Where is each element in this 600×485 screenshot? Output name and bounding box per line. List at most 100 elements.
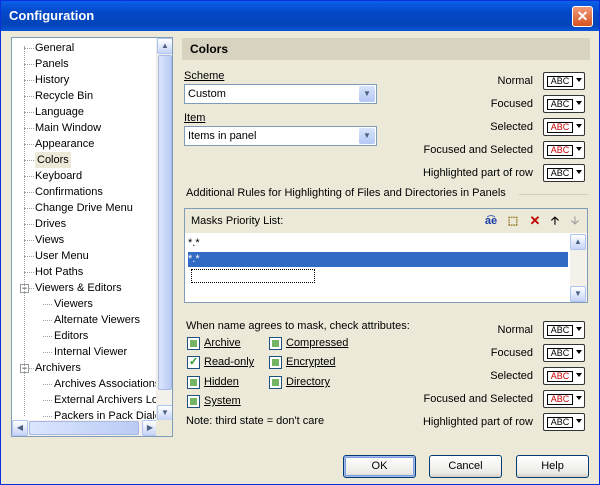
tree-item[interactable]: Archivers — [35, 360, 81, 376]
color-picker-button[interactable]: ABC — [543, 367, 585, 385]
tree-connector — [43, 336, 52, 337]
settings-tree[interactable]: General Panels History Recycle Bin Language M… — [11, 37, 173, 437]
color-picker-button[interactable]: ABC — [543, 164, 585, 182]
color-row-label: Highlighted part of row — [422, 167, 533, 179]
tree-item[interactable]: External Archivers Lo — [54, 392, 158, 408]
tree-item[interactable]: Change Drive Menu — [35, 200, 133, 216]
scroll-left-button[interactable]: ◀ — [12, 420, 28, 436]
rename-button[interactable]: a͡e — [483, 213, 499, 229]
color-picker-button[interactable]: ABC — [543, 95, 585, 113]
tree-item[interactable]: Viewers & Editors — [35, 280, 122, 296]
tree-item[interactable]: Editors — [54, 328, 88, 344]
tree-item[interactable]: Main Window — [35, 120, 101, 136]
tree-item[interactable]: Recycle Bin — [35, 88, 93, 104]
encrypted-text: Encrypted — [286, 356, 336, 368]
color-sample: ABC — [547, 325, 573, 336]
list-item-selected[interactable]: *.* — [188, 252, 568, 267]
tree-item[interactable]: General — [35, 40, 74, 56]
list-item[interactable]: *.* — [188, 236, 568, 251]
directory-checkbox[interactable] — [269, 376, 282, 389]
color-row-label: Highlighted part of row — [422, 416, 533, 428]
color-row-label: Focused — [490, 347, 533, 359]
tree-item[interactable]: Confirmations — [35, 184, 103, 200]
compressed-checkbox[interactable] — [269, 337, 282, 350]
move-down-icon: 🡣 — [571, 215, 579, 227]
color-picker-button[interactable]: ABC — [543, 118, 585, 136]
scroll-corner — [156, 420, 172, 436]
scroll-down-button[interactable]: ▼ — [157, 405, 172, 421]
delete-button[interactable]: ✕ — [527, 213, 543, 229]
item-select[interactable]: Items in panel ▼ — [184, 126, 377, 146]
tree-item[interactable]: History — [35, 72, 69, 88]
color-sample: ABC — [547, 145, 573, 156]
tree-item[interactable]: Colors — [35, 152, 71, 168]
item-dropdown-button[interactable]: ▼ — [359, 128, 375, 144]
arrow-right-icon: ▶ — [146, 423, 154, 432]
help-button[interactable]: Help — [516, 455, 589, 478]
archive-checkbox[interactable] — [187, 337, 200, 350]
tree-item[interactable]: Hot Paths — [35, 264, 83, 280]
tree-item[interactable]: Alternate Viewers — [54, 312, 140, 328]
tree-connector — [24, 64, 34, 65]
move-up-icon: 🡡 — [551, 215, 559, 227]
color-picker-button[interactable]: ABC — [543, 390, 585, 408]
scroll-up-button[interactable]: ▲ — [157, 38, 172, 54]
color-picker-button[interactable]: ABC — [543, 413, 585, 431]
hidden-checkbox[interactable] — [187, 376, 200, 389]
tree-item[interactable]: Internal Viewer — [54, 344, 127, 360]
tree-item[interactable]: Language — [35, 104, 84, 120]
tree-connector — [24, 272, 34, 273]
scheme-select[interactable]: Custom ▼ — [184, 84, 377, 104]
hscroll-thumb[interactable] — [29, 421, 139, 435]
masks-scrollbar[interactable]: ▲ ▼ — [570, 234, 587, 302]
scroll-thumb[interactable] — [158, 55, 172, 390]
color-picker-button[interactable]: ABC — [543, 344, 585, 362]
mask-text: *.* — [188, 237, 200, 249]
ok-button[interactable]: OK — [343, 455, 416, 478]
tree-connector — [24, 48, 34, 49]
new-item-button[interactable]: ⬚ — [505, 213, 521, 229]
color-picker-button[interactable]: ABC — [543, 72, 585, 90]
tree-item[interactable]: Viewers — [54, 296, 93, 312]
masks-list[interactable]: *.* *.* — [185, 234, 569, 302]
close-button[interactable]: ✕ — [572, 6, 593, 27]
item-label: Item — [184, 112, 206, 124]
chevron-down-icon: ▼ — [363, 89, 371, 98]
scroll-down-button[interactable]: ▼ — [570, 286, 586, 302]
tree-vertical-scrollbar[interactable]: ▲ ▼ — [156, 38, 172, 421]
arrow-up-icon: ▲ — [161, 41, 169, 50]
arrow-down-icon: ▼ — [161, 408, 169, 417]
color-sample: ABC — [547, 122, 573, 133]
tree-item[interactable]: Drives — [35, 216, 66, 232]
scheme-dropdown-button[interactable]: ▼ — [359, 86, 375, 102]
cancel-button[interactable]: Cancel — [429, 455, 502, 478]
move-up-button[interactable]: 🡡 — [547, 213, 563, 229]
tree-item[interactable]: Appearance — [35, 136, 94, 152]
color-row-label: Normal — [497, 324, 533, 336]
dropdown-arrow-icon — [576, 327, 582, 331]
color-picker-button[interactable]: ABC — [543, 321, 585, 339]
directory-label: Directory — [286, 376, 330, 388]
new-mask-editor[interactable] — [191, 269, 315, 283]
color-picker-button[interactable]: ABC — [543, 141, 585, 159]
system-checkbox[interactable] — [187, 395, 200, 408]
title-bar[interactable]: Configuration ✕ — [1, 1, 599, 31]
tree-item[interactable]: Views — [35, 232, 64, 248]
color-sample: ABC — [547, 76, 573, 87]
tree-item[interactable]: Panels — [35, 56, 69, 72]
tree-item[interactable]: Keyboard — [35, 168, 82, 184]
tree-horizontal-scrollbar[interactable]: ◀ ▶ — [12, 420, 158, 436]
close-icon: ✕ — [576, 8, 589, 24]
encrypted-checkbox[interactable] — [269, 356, 282, 369]
tree-item[interactable]: Archives Associations — [54, 376, 158, 392]
tree-item[interactable]: User Menu — [35, 248, 89, 264]
scroll-up-button[interactable]: ▲ — [570, 234, 586, 250]
move-down-button[interactable]: 🡣 — [567, 213, 583, 229]
arrow-down-icon: ▼ — [574, 289, 582, 298]
group-divider — [519, 194, 588, 195]
color-sample: ABC — [547, 394, 573, 405]
note-text: Note: third state = don't care — [186, 415, 325, 427]
color-row-label: Focused — [490, 98, 533, 110]
readonly-checkbox[interactable] — [187, 355, 200, 369]
mask-text: *.* — [188, 253, 200, 265]
